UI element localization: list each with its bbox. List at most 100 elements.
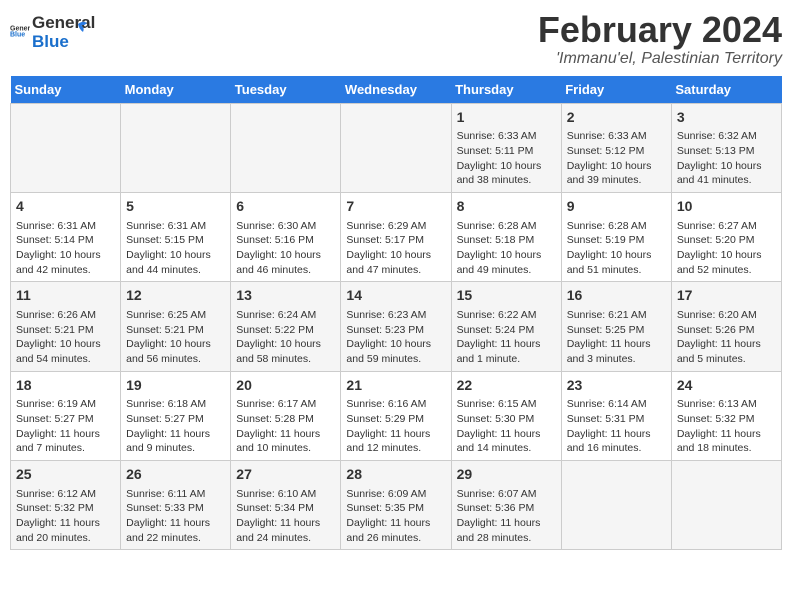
calendar-header: Sunday Monday Tuesday Wednesday Thursday…	[11, 76, 782, 104]
col-tuesday: Tuesday	[231, 76, 341, 104]
calendar-cell: 13Sunrise: 6:24 AMSunset: 5:22 PMDayligh…	[231, 282, 341, 371]
calendar-cell: 8Sunrise: 6:28 AMSunset: 5:18 PMDaylight…	[451, 192, 561, 281]
calendar-cell: 7Sunrise: 6:29 AMSunset: 5:17 PMDaylight…	[341, 192, 451, 281]
day-info: Sunrise: 6:16 AMSunset: 5:29 PMDaylight:…	[346, 397, 445, 456]
calendar-cell: 20Sunrise: 6:17 AMSunset: 5:28 PMDayligh…	[231, 371, 341, 460]
calendar-cell: 25Sunrise: 6:12 AMSunset: 5:32 PMDayligh…	[11, 460, 121, 549]
calendar-week-1: 1Sunrise: 6:33 AMSunset: 5:11 PMDaylight…	[11, 103, 782, 192]
day-info: Sunrise: 6:29 AMSunset: 5:17 PMDaylight:…	[346, 219, 445, 278]
calendar-cell: 23Sunrise: 6:14 AMSunset: 5:31 PMDayligh…	[561, 371, 671, 460]
calendar-cell: 6Sunrise: 6:30 AMSunset: 5:16 PMDaylight…	[231, 192, 341, 281]
calendar-cell: 12Sunrise: 6:25 AMSunset: 5:21 PMDayligh…	[121, 282, 231, 371]
day-number: 20	[236, 376, 335, 396]
calendar-cell: 16Sunrise: 6:21 AMSunset: 5:25 PMDayligh…	[561, 282, 671, 371]
calendar-cell	[671, 460, 781, 549]
logo-icon: General Blue	[10, 20, 30, 40]
calendar-cell	[341, 103, 451, 192]
day-info: Sunrise: 6:25 AMSunset: 5:21 PMDaylight:…	[126, 308, 225, 367]
day-info: Sunrise: 6:07 AMSunset: 5:36 PMDaylight:…	[457, 487, 556, 546]
day-number: 27	[236, 465, 335, 485]
col-monday: Monday	[121, 76, 231, 104]
calendar-cell: 28Sunrise: 6:09 AMSunset: 5:35 PMDayligh…	[341, 460, 451, 549]
calendar-cell: 10Sunrise: 6:27 AMSunset: 5:20 PMDayligh…	[671, 192, 781, 281]
day-number: 2	[567, 108, 666, 128]
day-number: 17	[677, 286, 776, 306]
day-number: 16	[567, 286, 666, 306]
day-number: 25	[16, 465, 115, 485]
day-number: 13	[236, 286, 335, 306]
calendar-cell	[561, 460, 671, 549]
day-number: 18	[16, 376, 115, 396]
calendar-cell: 29Sunrise: 6:07 AMSunset: 5:36 PMDayligh…	[451, 460, 561, 549]
day-info: Sunrise: 6:30 AMSunset: 5:16 PMDaylight:…	[236, 219, 335, 278]
day-info: Sunrise: 6:23 AMSunset: 5:23 PMDaylight:…	[346, 308, 445, 367]
calendar-cell: 21Sunrise: 6:16 AMSunset: 5:29 PMDayligh…	[341, 371, 451, 460]
day-info: Sunrise: 6:10 AMSunset: 5:34 PMDaylight:…	[236, 487, 335, 546]
day-info: Sunrise: 6:33 AMSunset: 5:12 PMDaylight:…	[567, 129, 666, 188]
day-number: 5	[126, 197, 225, 217]
calendar-table: Sunday Monday Tuesday Wednesday Thursday…	[10, 76, 782, 551]
calendar-cell: 18Sunrise: 6:19 AMSunset: 5:27 PMDayligh…	[11, 371, 121, 460]
location-title: 'Immanu'el, Palestinian Territory	[538, 50, 782, 68]
calendar-week-2: 4Sunrise: 6:31 AMSunset: 5:14 PMDaylight…	[11, 192, 782, 281]
day-info: Sunrise: 6:28 AMSunset: 5:19 PMDaylight:…	[567, 219, 666, 278]
day-info: Sunrise: 6:31 AMSunset: 5:15 PMDaylight:…	[126, 219, 225, 278]
day-number: 11	[16, 286, 115, 306]
col-sunday: Sunday	[11, 76, 121, 104]
day-info: Sunrise: 6:20 AMSunset: 5:26 PMDaylight:…	[677, 308, 776, 367]
day-info: Sunrise: 6:09 AMSunset: 5:35 PMDaylight:…	[346, 487, 445, 546]
day-number: 26	[126, 465, 225, 485]
calendar-cell: 3Sunrise: 6:32 AMSunset: 5:13 PMDaylight…	[671, 103, 781, 192]
calendar-cell: 22Sunrise: 6:15 AMSunset: 5:30 PMDayligh…	[451, 371, 561, 460]
day-info: Sunrise: 6:33 AMSunset: 5:11 PMDaylight:…	[457, 129, 556, 188]
day-number: 29	[457, 465, 556, 485]
day-info: Sunrise: 6:11 AMSunset: 5:33 PMDaylight:…	[126, 487, 225, 546]
calendar-cell: 17Sunrise: 6:20 AMSunset: 5:26 PMDayligh…	[671, 282, 781, 371]
day-info: Sunrise: 6:31 AMSunset: 5:14 PMDaylight:…	[16, 219, 115, 278]
col-thursday: Thursday	[451, 76, 561, 104]
day-number: 3	[677, 108, 776, 128]
calendar-cell: 26Sunrise: 6:11 AMSunset: 5:33 PMDayligh…	[121, 460, 231, 549]
calendar-cell	[11, 103, 121, 192]
calendar-cell: 15Sunrise: 6:22 AMSunset: 5:24 PMDayligh…	[451, 282, 561, 371]
calendar-cell: 4Sunrise: 6:31 AMSunset: 5:14 PMDaylight…	[11, 192, 121, 281]
day-info: Sunrise: 6:18 AMSunset: 5:27 PMDaylight:…	[126, 397, 225, 456]
calendar-cell	[231, 103, 341, 192]
calendar-body: 1Sunrise: 6:33 AMSunset: 5:11 PMDaylight…	[11, 103, 782, 550]
col-wednesday: Wednesday	[341, 76, 451, 104]
day-number: 24	[677, 376, 776, 396]
day-number: 6	[236, 197, 335, 217]
calendar-cell: 11Sunrise: 6:26 AMSunset: 5:21 PMDayligh…	[11, 282, 121, 371]
day-number: 28	[346, 465, 445, 485]
day-number: 22	[457, 376, 556, 396]
day-info: Sunrise: 6:32 AMSunset: 5:13 PMDaylight:…	[677, 129, 776, 188]
logo: General Blue General Blue	[10, 14, 89, 51]
header-row: Sunday Monday Tuesday Wednesday Thursday…	[11, 76, 782, 104]
day-info: Sunrise: 6:12 AMSunset: 5:32 PMDaylight:…	[16, 487, 115, 546]
calendar-cell: 19Sunrise: 6:18 AMSunset: 5:27 PMDayligh…	[121, 371, 231, 460]
calendar-cell: 27Sunrise: 6:10 AMSunset: 5:34 PMDayligh…	[231, 460, 341, 549]
calendar-cell: 24Sunrise: 6:13 AMSunset: 5:32 PMDayligh…	[671, 371, 781, 460]
svg-text:Blue: Blue	[10, 32, 25, 39]
calendar-cell: 5Sunrise: 6:31 AMSunset: 5:15 PMDaylight…	[121, 192, 231, 281]
day-number: 8	[457, 197, 556, 217]
day-info: Sunrise: 6:19 AMSunset: 5:27 PMDaylight:…	[16, 397, 115, 456]
day-number: 19	[126, 376, 225, 396]
calendar-week-5: 25Sunrise: 6:12 AMSunset: 5:32 PMDayligh…	[11, 460, 782, 549]
logo-bird-icon	[67, 18, 89, 40]
calendar-cell: 9Sunrise: 6:28 AMSunset: 5:19 PMDaylight…	[561, 192, 671, 281]
day-number: 23	[567, 376, 666, 396]
title-section: February 2024 'Immanu'el, Palestinian Te…	[538, 10, 782, 68]
day-number: 10	[677, 197, 776, 217]
day-number: 15	[457, 286, 556, 306]
day-number: 7	[346, 197, 445, 217]
day-number: 21	[346, 376, 445, 396]
day-info: Sunrise: 6:14 AMSunset: 5:31 PMDaylight:…	[567, 397, 666, 456]
calendar-week-4: 18Sunrise: 6:19 AMSunset: 5:27 PMDayligh…	[11, 371, 782, 460]
day-info: Sunrise: 6:28 AMSunset: 5:18 PMDaylight:…	[457, 219, 556, 278]
day-info: Sunrise: 6:15 AMSunset: 5:30 PMDaylight:…	[457, 397, 556, 456]
calendar-cell: 2Sunrise: 6:33 AMSunset: 5:12 PMDaylight…	[561, 103, 671, 192]
day-info: Sunrise: 6:26 AMSunset: 5:21 PMDaylight:…	[16, 308, 115, 367]
col-saturday: Saturday	[671, 76, 781, 104]
calendar-cell	[121, 103, 231, 192]
